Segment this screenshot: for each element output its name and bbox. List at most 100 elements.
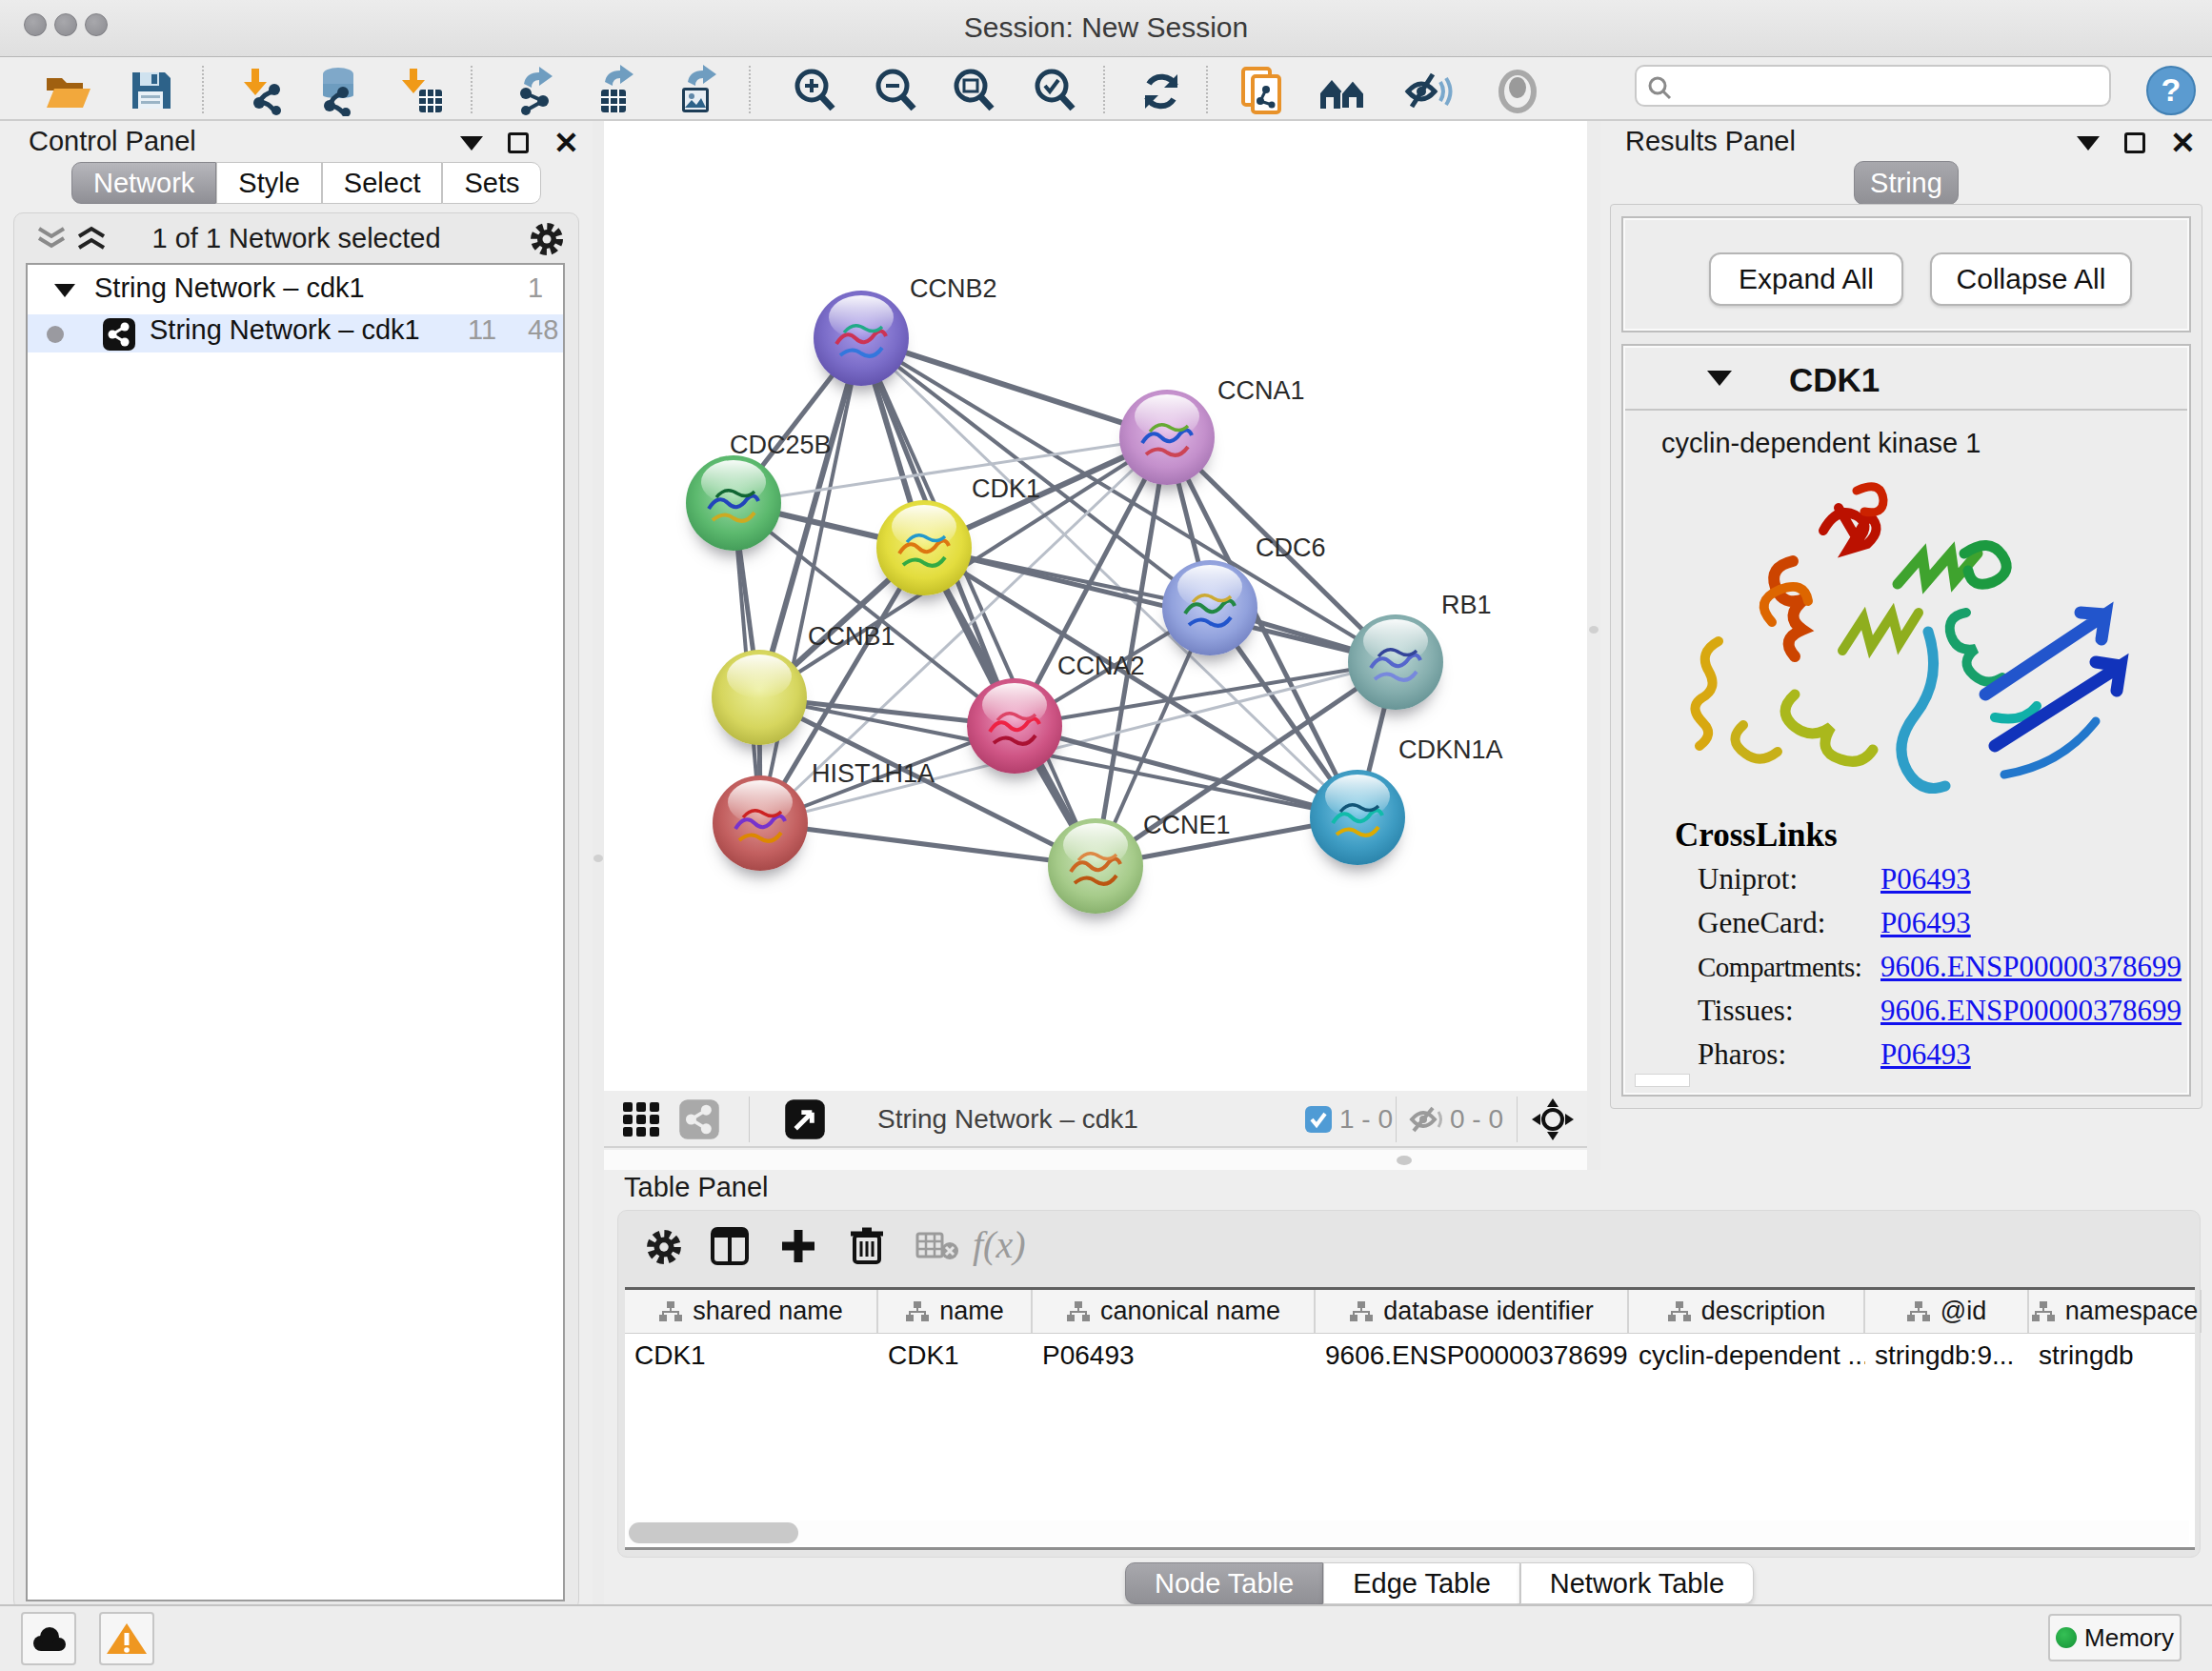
import-network-file-icon[interactable] <box>236 65 288 116</box>
network-collection-row[interactable]: String Network – cdk1 1 <box>28 272 563 311</box>
crosslink-value-link[interactable]: P06493 <box>1880 862 1971 896</box>
crosslink-value-link[interactable]: P06493 <box>1880 906 1971 940</box>
export-network-icon[interactable] <box>511 65 562 116</box>
results-scrollbar[interactable] <box>1635 1074 1690 1087</box>
function-builder-icon[interactable]: f(x) <box>973 1222 1026 1267</box>
delete-table-icon[interactable] <box>915 1232 959 1260</box>
control-tab-network[interactable]: Network <box>71 162 216 204</box>
zoom-out-icon[interactable] <box>870 65 921 116</box>
node-CCNE1[interactable] <box>1048 818 1143 914</box>
network-grey-icon[interactable] <box>678 1098 720 1140</box>
node-CDK1[interactable] <box>876 500 972 595</box>
gene-section-header[interactable]: CDK1 <box>1625 348 2187 411</box>
results-panel-close-icon[interactable]: ✕ <box>2170 132 2196 153</box>
node-RB1[interactable] <box>1348 614 1443 710</box>
collapse-all-button[interactable]: Collapse All <box>1930 252 2132 306</box>
crosslink-label: Tissues: <box>1698 994 1794 1027</box>
control-tab-select[interactable]: Select <box>322 162 443 204</box>
column-header-canonical-name[interactable]: canonical name <box>1033 1290 1316 1333</box>
table-h-scrollbar[interactable] <box>627 1520 2189 1545</box>
table-row[interactable]: CDK1CDK1P064939606.ENSP00000378699cyclin… <box>625 1335 2195 1377</box>
show-icon[interactable] <box>1492 65 1543 116</box>
left-panel-divider[interactable] <box>593 121 604 1604</box>
table-tab-node-table[interactable]: Node Table <box>1125 1562 1323 1604</box>
results-tab-string[interactable]: String <box>1854 161 1959 205</box>
toolbar-search-input[interactable] <box>1635 65 2111 107</box>
control-panel-menu-icon[interactable] <box>460 136 483 151</box>
memory-button[interactable]: Memory <box>2048 1614 2182 1661</box>
import-network-database-icon[interactable] <box>312 65 364 116</box>
edge-CDK1-RB1[interactable] <box>924 548 1396 662</box>
save-session-icon[interactable] <box>125 65 176 116</box>
column-header--id[interactable]: @id <box>1865 1290 2029 1333</box>
edge-HIST1H1A-CCNE1[interactable] <box>760 823 1096 866</box>
node-CCNA2[interactable] <box>967 678 1062 774</box>
node-CDC6[interactable] <box>1162 560 1257 655</box>
gene-collapse-icon[interactable] <box>1707 371 1732 386</box>
table-tab-edge-table[interactable]: Edge Table <box>1323 1562 1520 1604</box>
column-header-database-identifier[interactable]: database identifier <box>1316 1290 1629 1333</box>
edge-CCNB2-HIST1H1A[interactable] <box>760 338 861 823</box>
expand-all-button[interactable]: Expand All <box>1709 252 1903 306</box>
results-panel-float-icon[interactable] <box>2124 132 2145 153</box>
zoom-selected-icon[interactable] <box>1029 65 1080 116</box>
column-header-shared-name[interactable]: shared name <box>625 1290 878 1333</box>
fit-selected-icon[interactable] <box>1532 1098 1574 1140</box>
open-session-icon[interactable] <box>42 65 93 116</box>
delete-column-icon[interactable] <box>847 1224 887 1266</box>
crosslink-value-link[interactable]: P06493 <box>1880 1037 1971 1072</box>
warning-status-button[interactable] <box>99 1612 154 1665</box>
control-panel-title: Control Panel <box>29 126 196 157</box>
results-panel-title: Results Panel <box>1625 126 1796 157</box>
control-panel-close-icon[interactable]: ✕ <box>553 132 579 153</box>
column-header-namespace[interactable]: namespace <box>2029 1290 2202 1333</box>
export-image-icon[interactable] <box>673 65 724 116</box>
column-header-description[interactable]: description <box>1629 1290 1865 1333</box>
edge-CCNB2-RB1[interactable] <box>861 338 1396 662</box>
node-CDC25B[interactable] <box>686 455 781 551</box>
network-options-gear-icon[interactable] <box>529 221 565 257</box>
show-columns-icon[interactable] <box>710 1226 750 1266</box>
zoom-fit-icon[interactable] <box>948 65 999 116</box>
node-CCNB1[interactable] <box>712 650 807 745</box>
results-panel-menu-icon[interactable] <box>2077 136 2100 151</box>
right-panel-divider[interactable] <box>1587 121 1600 1170</box>
network-row[interactable]: String Network – cdk1 11 48 <box>28 314 563 352</box>
node-table: shared namenamecanonical namedatabase id… <box>625 1287 2195 1550</box>
help-icon[interactable]: ? <box>2145 65 2197 116</box>
refresh-icon[interactable] <box>1136 65 1187 116</box>
selected-nodes-checkbox[interactable] <box>1305 1106 1332 1133</box>
node-CCNB2[interactable] <box>814 291 909 386</box>
home-icon[interactable] <box>1317 65 1368 116</box>
crosslink-value-link[interactable]: 9606.ENSP00000378699 <box>1880 950 2182 984</box>
cloud-status-button[interactable] <box>21 1612 76 1665</box>
network-canvas[interactable]: CCNB2CCNA1CDC25BCDK1CDC6RB1CCNB1CCNA2CDK… <box>604 121 1587 1091</box>
table-options-gear-icon[interactable] <box>645 1228 683 1266</box>
table-panel-divider[interactable] <box>604 1150 1587 1170</box>
control-tab-style[interactable]: Style <box>216 162 321 204</box>
control-panel-tabs: NetworkStyleSelectSets <box>71 162 541 204</box>
detach-view-icon[interactable] <box>784 1098 826 1140</box>
protein-structure-image <box>1680 470 2147 851</box>
node-HIST1H1A[interactable] <box>713 775 808 871</box>
birds-eye-icon[interactable] <box>621 1100 663 1138</box>
table-tab-network-table[interactable]: Network Table <box>1520 1562 1754 1604</box>
import-table-file-icon[interactable] <box>394 65 446 116</box>
export-table-icon[interactable] <box>592 65 643 116</box>
node-CCNA1[interactable] <box>1119 390 1215 485</box>
zoom-in-icon[interactable] <box>789 65 840 116</box>
network-current-dot <box>47 326 64 343</box>
collection-expand-icon[interactable] <box>54 284 75 297</box>
network-manager: 1 of 1 Network selected String Network –… <box>13 212 579 1610</box>
annotation-icon[interactable] <box>1236 65 1287 116</box>
hidden-counter: 0 - 0 <box>1450 1104 1503 1135</box>
hide-icon[interactable] <box>1402 65 1454 116</box>
column-header-name[interactable]: name <box>878 1290 1033 1333</box>
control-panel-float-icon[interactable] <box>508 132 529 153</box>
crosslink-value-link[interactable]: 9606.ENSP00000378699 <box>1880 994 2182 1028</box>
add-column-icon[interactable] <box>778 1226 818 1266</box>
node-CDKN1A[interactable] <box>1310 770 1405 865</box>
node-label-RB1: RB1 <box>1441 591 1492 620</box>
network-row-label: String Network – cdk1 <box>150 314 420 346</box>
control-tab-sets[interactable]: Sets <box>442 162 541 204</box>
